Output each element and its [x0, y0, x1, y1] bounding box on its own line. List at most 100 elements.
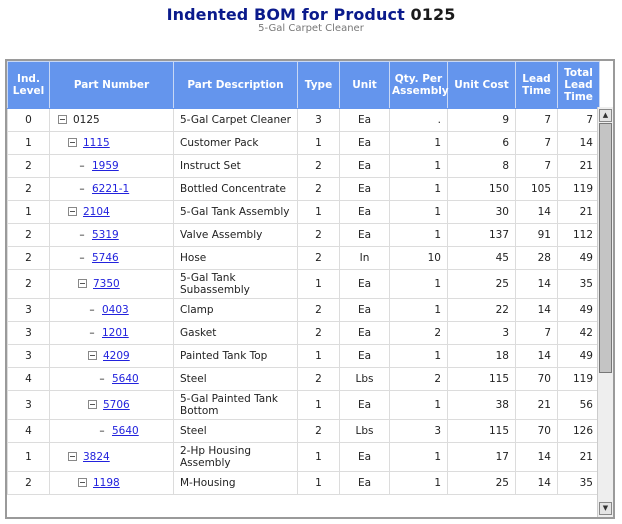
- description-cell: 5-Gal Painted Tank Bottom: [173, 390, 298, 420]
- unit-cell: Ea: [339, 177, 390, 201]
- collapse-toggle-icon[interactable]: [78, 278, 87, 288]
- col-header-unit[interactable]: Unit: [339, 61, 390, 109]
- description-cell: 5-Gal Tank Assembly: [173, 200, 298, 224]
- part-number-cell: 1198: [49, 471, 174, 495]
- part-number-link[interactable]: 5640: [112, 373, 139, 385]
- part-number-link[interactable]: 7350: [93, 278, 120, 290]
- unit-cost-cell: 45: [447, 246, 516, 270]
- part-number-link[interactable]: 5706: [103, 399, 130, 411]
- col-header-total-lead-time[interactable]: Total Lead Time: [557, 61, 600, 109]
- type-cell: 2: [297, 419, 340, 443]
- table-row: 2 1198 M-Housing 1 Ea 1 25 14 35: [7, 471, 600, 495]
- part-number-link[interactable]: 5319: [92, 229, 119, 241]
- unit-cost-cell: 6: [447, 131, 516, 155]
- level-cell: 3: [7, 344, 50, 368]
- part-number-cell: 0125: [49, 108, 174, 132]
- level-cell: 3: [7, 390, 50, 420]
- leaf-dash-icon: –: [79, 160, 85, 172]
- description-cell: 5-Gal Tank Subassembly: [173, 269, 298, 299]
- collapse-toggle-icon[interactable]: [58, 114, 67, 124]
- type-cell: 1: [297, 344, 340, 368]
- qty-cell: 1: [389, 200, 448, 224]
- part-number-link[interactable]: 5640: [112, 425, 139, 437]
- part-number-link[interactable]: 0403: [102, 304, 129, 316]
- description-cell: Hose: [173, 246, 298, 270]
- part-number-cell: –5746: [49, 246, 174, 270]
- part-number-cell: 5706: [49, 390, 174, 420]
- leaf-dash-icon: –: [89, 304, 95, 316]
- unit-cost-cell: 25: [447, 269, 516, 299]
- lead-time-cell: 21: [515, 390, 558, 420]
- total-lead-time-cell: 35: [557, 471, 600, 495]
- unit-cost-cell: 18: [447, 344, 516, 368]
- unit-cell: Ea: [339, 200, 390, 224]
- level-cell: 1: [7, 131, 50, 155]
- lead-time-cell: 70: [515, 367, 558, 391]
- description-cell: Instruct Set: [173, 154, 298, 178]
- qty-cell: 1: [389, 390, 448, 420]
- type-cell: 1: [297, 200, 340, 224]
- part-number-link[interactable]: 3824: [83, 451, 110, 463]
- collapse-toggle-icon[interactable]: [68, 206, 77, 216]
- unit-cell: Ea: [339, 154, 390, 178]
- total-lead-time-cell: 112: [557, 223, 600, 247]
- description-cell: 5-Gal Carpet Cleaner: [173, 108, 298, 132]
- table-row: 1 1115 Customer Pack 1 Ea 1 6 7 14: [7, 131, 600, 155]
- vertical-scrollbar[interactable]: ▲ ▼: [597, 107, 613, 517]
- bom-body: 0 0125 5-Gal Carpet Cleaner 3 Ea. 9 7 7 1 1115 Cus…: [7, 108, 600, 495]
- unit-cost-cell: 8: [447, 154, 516, 178]
- unit-cell: Ea: [339, 223, 390, 247]
- col-header-lead-time[interactable]: Lead Time: [515, 61, 558, 109]
- unit-cost-cell: 9: [447, 108, 516, 132]
- part-number-link[interactable]: 6221-1: [92, 183, 129, 195]
- col-header-unit-cost[interactable]: Unit Cost: [447, 61, 516, 109]
- part-number-link[interactable]: 1115: [83, 137, 110, 149]
- description-cell: Customer Pack: [173, 131, 298, 155]
- part-number-link[interactable]: 5746: [92, 252, 119, 264]
- col-header-level[interactable]: Ind. Level: [7, 61, 50, 109]
- level-cell: 1: [7, 200, 50, 224]
- lead-time-cell: 7: [515, 131, 558, 155]
- collapse-toggle-icon[interactable]: [68, 137, 77, 147]
- part-number-link[interactable]: 1959: [92, 160, 119, 172]
- part-number-link[interactable]: 1198: [93, 477, 120, 489]
- lead-time-cell: 14: [515, 200, 558, 224]
- part-number-cell: 3824: [49, 442, 174, 472]
- col-header-part-number[interactable]: Part Number: [49, 61, 174, 109]
- col-header-description[interactable]: Part Description: [173, 61, 298, 109]
- table-row: 2 7350 5-Gal Tank Subassembly 1 Ea 1 25 14 35: [7, 269, 600, 299]
- description-cell: Steel: [173, 367, 298, 391]
- type-cell: 1: [297, 471, 340, 495]
- unit-cost-cell: 137: [447, 223, 516, 247]
- part-number-cell: –6221-1: [49, 177, 174, 201]
- level-cell: 4: [7, 419, 50, 443]
- total-lead-time-cell: 14: [557, 131, 600, 155]
- lead-time-cell: 14: [515, 298, 558, 322]
- collapse-toggle-icon[interactable]: [88, 399, 97, 409]
- collapse-toggle-icon[interactable]: [78, 477, 87, 487]
- scroll-thumb[interactable]: [599, 123, 612, 373]
- type-cell: 2: [297, 321, 340, 345]
- col-header-type[interactable]: Type: [297, 61, 340, 109]
- description-cell: 2-Hp Housing Assembly: [173, 442, 298, 472]
- scroll-down-icon[interactable]: ▼: [599, 502, 612, 515]
- bom-table: Ind. Level Part Number Part Description …: [7, 61, 600, 495]
- level-cell: 2: [7, 269, 50, 299]
- leaf-dash-icon: –: [99, 425, 105, 437]
- collapse-toggle-icon[interactable]: [88, 350, 97, 360]
- lead-time-cell: 14: [515, 442, 558, 472]
- qty-cell: 1: [389, 269, 448, 299]
- lead-time-cell: 7: [515, 108, 558, 132]
- table-row: 4–5640 Steel 2 Lbs 3 115 70 126: [7, 419, 600, 443]
- col-header-qty[interactable]: Qty. Per Assembly: [389, 61, 449, 109]
- type-cell: 2: [297, 367, 340, 391]
- leaf-dash-icon: –: [79, 183, 85, 195]
- qty-cell: 2: [389, 367, 448, 391]
- part-number-link[interactable]: 4209: [103, 350, 130, 362]
- part-number-link[interactable]: 1201: [102, 327, 129, 339]
- collapse-toggle-icon[interactable]: [68, 451, 77, 461]
- scroll-up-icon[interactable]: ▲: [599, 109, 612, 122]
- product-number: 0125: [410, 5, 456, 24]
- description-cell: Valve Assembly: [173, 223, 298, 247]
- part-number-link[interactable]: 2104: [83, 206, 110, 218]
